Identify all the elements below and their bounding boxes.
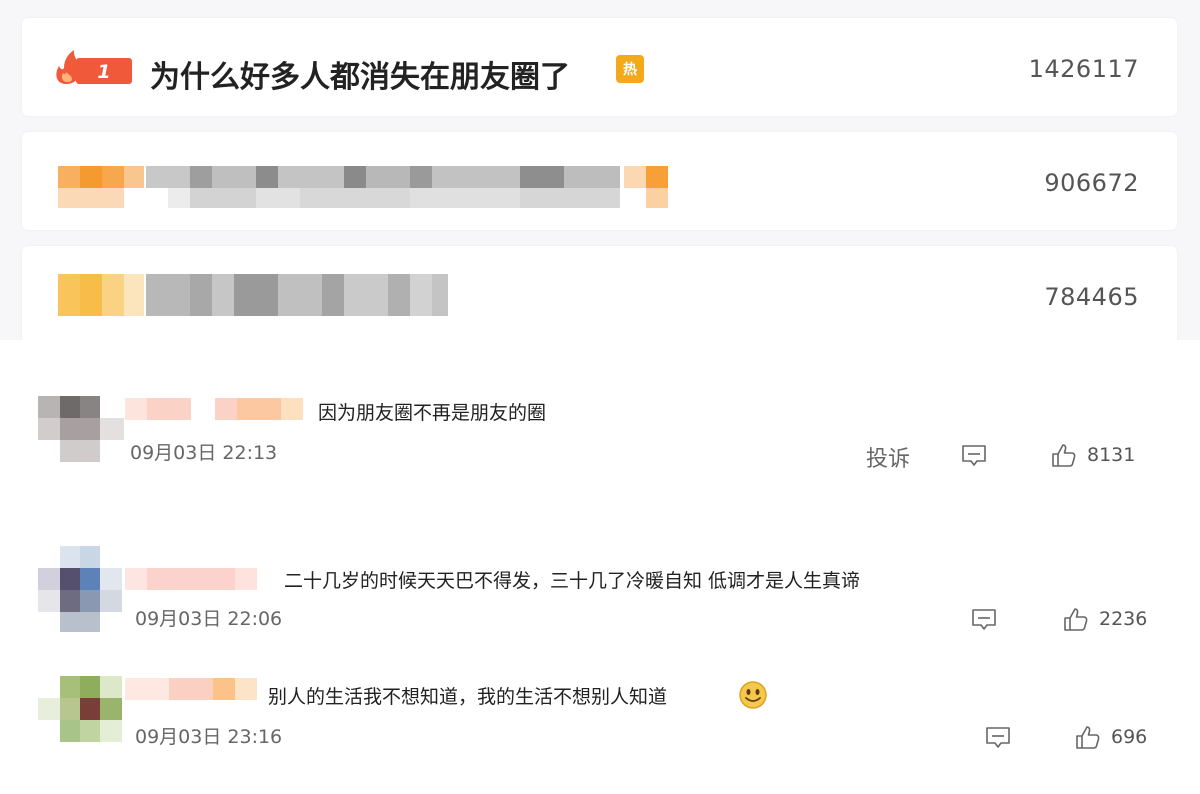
hot-search-title[interactable]: 为什么好多人都消失在朋友圈了 [150, 52, 570, 96]
comment-icon[interactable] [970, 606, 998, 634]
blurred-username[interactable] [125, 568, 265, 592]
like-count: 696 [1111, 726, 1148, 748]
avatar[interactable] [38, 396, 128, 466]
comment-text: 别人的生活我不想知道，我的生活不想别人知道 [268, 686, 668, 708]
comment-date: 09月03日 22:13 [130, 442, 278, 464]
hot-search-item-2[interactable]: 906672 [22, 132, 1177, 230]
hot-search-count: 1426117 [1028, 55, 1139, 83]
hot-search-count: 784465 [1044, 283, 1139, 311]
thumbs-up-icon[interactable] [1062, 606, 1090, 634]
blurred-username[interactable] [125, 678, 265, 702]
comment-text: 因为朋友圈不再是朋友的圈 [318, 402, 547, 424]
thumbs-up-icon[interactable] [1050, 442, 1078, 470]
like-count: 2236 [1099, 608, 1148, 630]
blurred-username[interactable] [125, 398, 310, 422]
blurred-title [38, 166, 698, 210]
like-count: 8131 [1087, 444, 1136, 466]
comments-section: 因为朋友圈不再是朋友的圈 09月03日 22:13 投诉 8131 二十几岁的时… [0, 340, 1200, 794]
hot-search-count: 906672 [1044, 169, 1139, 197]
blurred-title [38, 274, 458, 318]
rank-number: 1 [97, 61, 110, 83]
report-link[interactable]: 投诉 [866, 441, 910, 473]
hot-tag-icon: 热 [616, 55, 644, 83]
hot-search-item-1[interactable]: 1 为什么好多人都消失在朋友圈了 热 1426117 [22, 18, 1177, 116]
comment-text: 二十几岁的时候天天巴不得发，三十几了冷暖自知 低调才是人生真谛 [284, 570, 861, 592]
hot-search-item-3[interactable]: 784465 [22, 246, 1177, 344]
comment-icon[interactable] [960, 442, 988, 470]
avatar[interactable] [38, 676, 128, 748]
comment-icon[interactable] [984, 724, 1012, 752]
fire-icon: 1 [56, 50, 132, 84]
comment-date: 09月03日 22:06 [135, 608, 283, 630]
thumbs-up-icon[interactable] [1074, 724, 1102, 752]
comment-date: 09月03日 23:16 [135, 726, 283, 748]
smiley-emoji-icon [739, 681, 767, 709]
avatar[interactable] [38, 546, 128, 634]
